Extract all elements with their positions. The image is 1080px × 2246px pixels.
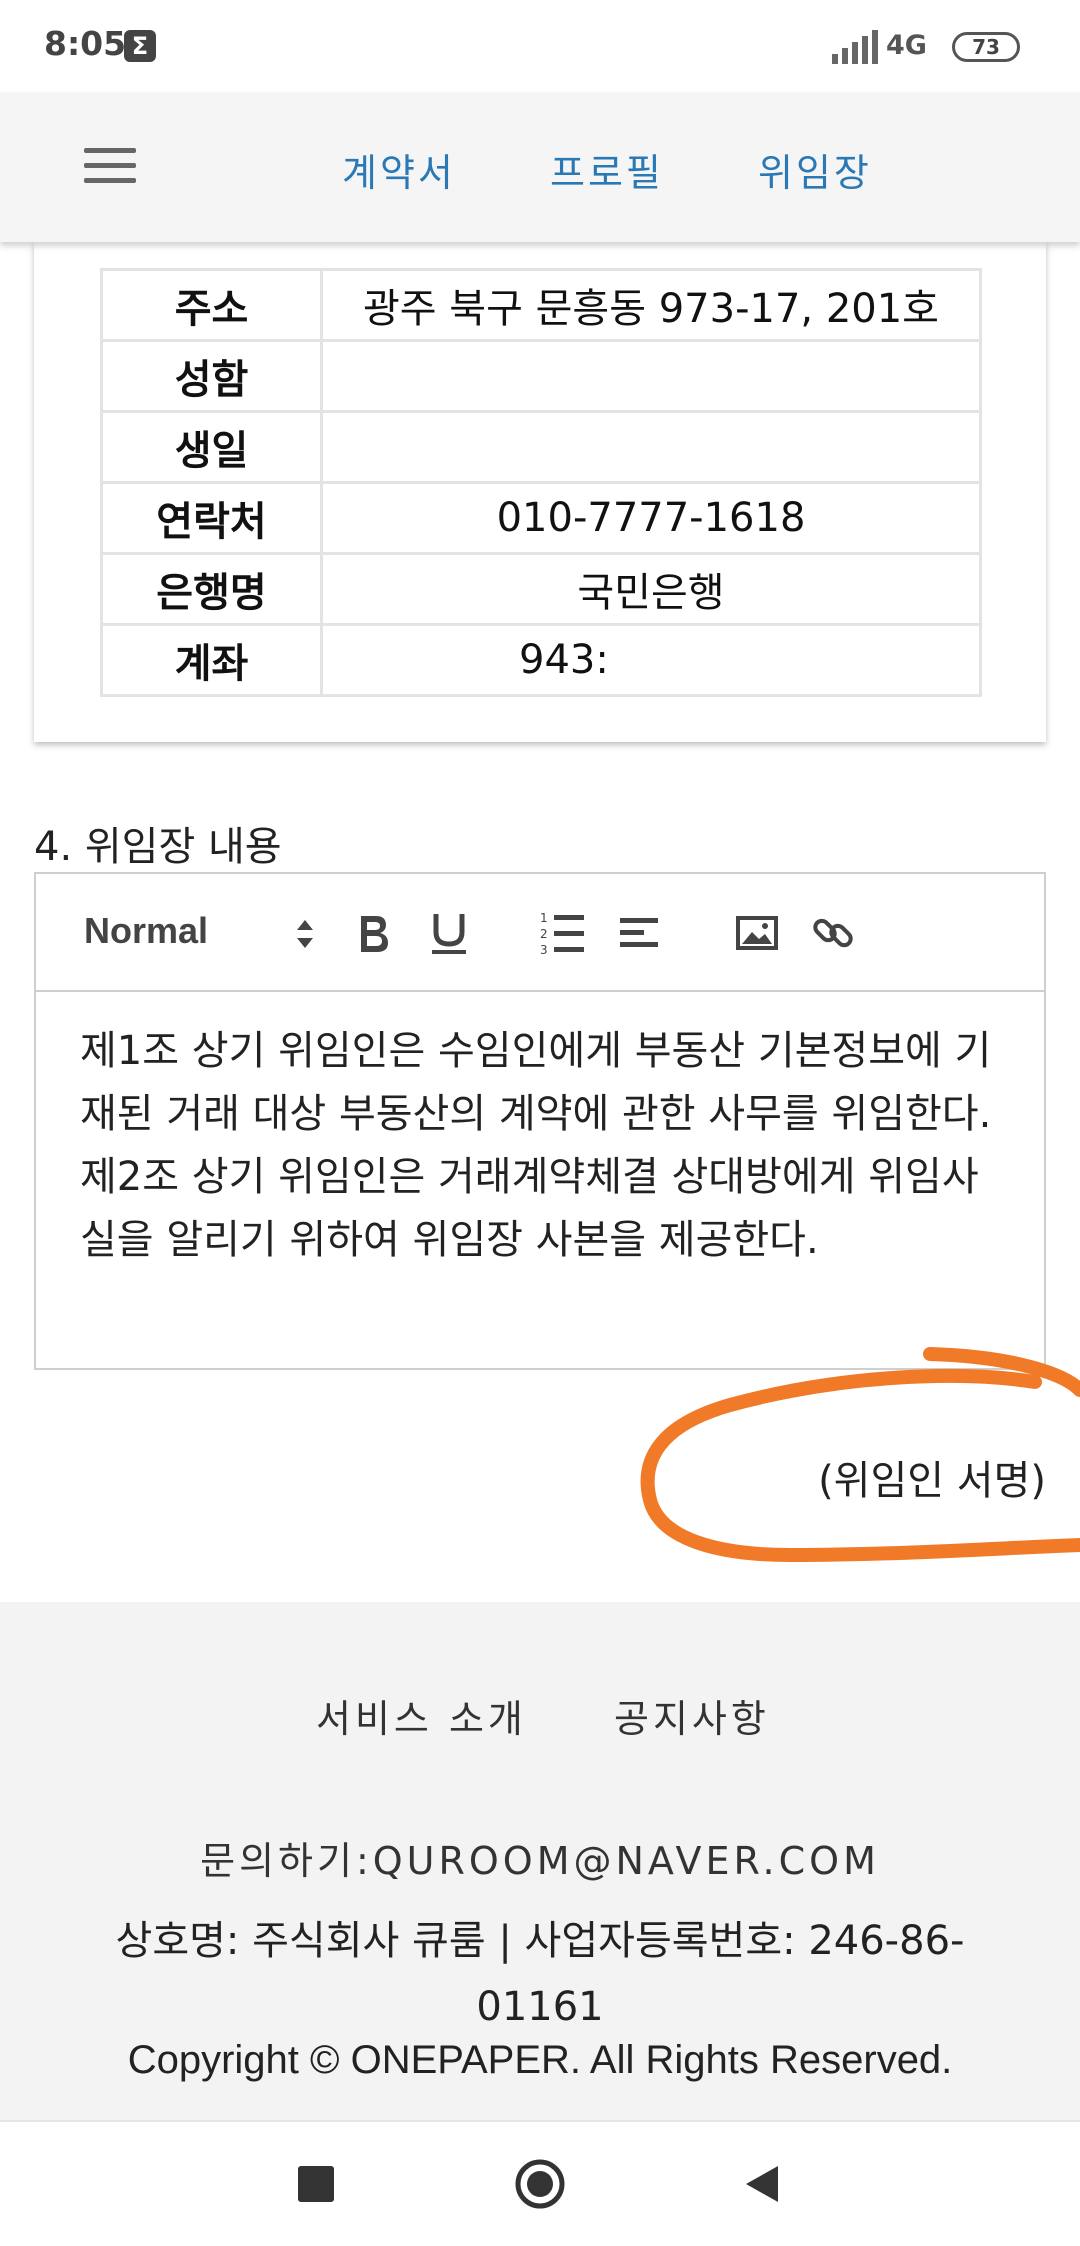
- company-line-2: 01161: [476, 1984, 604, 2030]
- table-row: 계좌 943:: [100, 623, 982, 697]
- account-label: 계좌: [100, 623, 323, 697]
- signature-label[interactable]: (위임인 서명): [818, 1448, 1046, 1506]
- footer-link-service[interactable]: 서비스 소개: [316, 1688, 527, 1743]
- birthday-label: 생일: [100, 410, 323, 484]
- account-value: 943:: [320, 623, 982, 697]
- rich-text-editor[interactable]: Normal 1 2 3 제1조 상기 위임인은 수임인에게 부동산 기본정보에…: [34, 872, 1046, 1370]
- underline-icon[interactable]: [424, 908, 474, 958]
- bank-value: 국민은행: [320, 552, 982, 626]
- tab-contract[interactable]: 계약서: [342, 142, 456, 197]
- footer-company-info: 상호명: 주식회사 큐룸 | 사업자등록번호: 246-86- 01161: [80, 1908, 1000, 2040]
- battery-icon: 73: [952, 32, 1020, 62]
- info-card: 주소 광주 북구 문흥동 973-17, 201호 성함 생일 연락처 010-…: [34, 242, 1046, 742]
- name-value: [320, 339, 982, 413]
- system-nav-bar: [0, 2120, 1080, 2246]
- format-select[interactable]: Normal: [84, 910, 314, 958]
- section-title: 4. 위임장 내용: [34, 824, 282, 870]
- signal-icon: [832, 30, 878, 64]
- footer-link-notice[interactable]: 공지사항: [614, 1688, 770, 1743]
- article-2: 제2조 상기 위임인은 거래계약체결 상대방에게 위임사실을 알리기 위하여 위…: [80, 1154, 979, 1263]
- svg-text:1: 1: [540, 911, 548, 925]
- image-icon[interactable]: [732, 908, 782, 958]
- format-select-value: Normal: [84, 910, 209, 951]
- address-label: 주소: [100, 268, 323, 342]
- tab-power-of-attorney[interactable]: 위임장: [758, 142, 872, 197]
- birthday-value: [320, 410, 982, 484]
- svg-text:2: 2: [540, 927, 548, 941]
- article-1: 제1조 상기 위임인은 수임인에게 부동산 기본정보에 기재된 거래 대상 부동…: [80, 1028, 992, 1137]
- ordered-list-icon[interactable]: 1 2 3: [538, 908, 588, 958]
- home-icon[interactable]: [514, 2158, 566, 2210]
- back-icon[interactable]: [742, 2162, 782, 2206]
- table-row: 주소 광주 북구 문흥동 973-17, 201호: [100, 268, 982, 342]
- table-row: 성함: [100, 339, 982, 413]
- editor-toolbar: Normal 1 2 3: [36, 874, 1044, 992]
- status-time: 8:05: [44, 24, 127, 63]
- bank-label: 은행명: [100, 552, 323, 626]
- app-header: 계약서 프로필 위임장: [0, 92, 1080, 242]
- phone-label: 연락처: [100, 481, 323, 555]
- table-row: 은행명 국민은행: [100, 552, 982, 626]
- info-table: 주소 광주 북구 문흥동 973-17, 201호 성함 생일 연락처 010-…: [100, 268, 982, 697]
- table-row: 생일: [100, 410, 982, 484]
- editor-content[interactable]: 제1조 상기 위임인은 수임인에게 부동산 기본정보에 기재된 거래 대상 부동…: [80, 1020, 1010, 1272]
- address-value: 광주 북구 문흥동 973-17, 201호: [320, 268, 982, 342]
- tab-profile[interactable]: 프로필: [550, 142, 664, 197]
- table-row: 연락처 010-7777-1618: [100, 481, 982, 555]
- footer-contact[interactable]: 문의하기:QUROOM@NAVER.COM: [0, 1830, 1080, 1885]
- phone-value: 010-7777-1618: [320, 481, 982, 555]
- footer: 서비스 소개 공지사항 문의하기:QUROOM@NAVER.COM 상호명: 주…: [0, 1602, 1080, 2120]
- status-bar: 8:05 Σ 4G 73: [0, 0, 1080, 92]
- name-label: 성함: [100, 339, 323, 413]
- link-icon[interactable]: [808, 908, 858, 958]
- align-left-icon[interactable]: [614, 908, 664, 958]
- footer-copyright: Copyright © ONEPAPER. All Rights Reserve…: [127, 2038, 953, 2082]
- bold-icon[interactable]: [348, 908, 398, 958]
- recents-icon[interactable]: [298, 2166, 334, 2202]
- sigma-icon: Σ: [124, 30, 156, 62]
- company-line-1: 상호명: 주식회사 큐룸 | 사업자등록번호: 246-86-: [115, 1918, 965, 1964]
- svg-text:3: 3: [540, 943, 548, 957]
- select-arrows-icon: [297, 920, 313, 948]
- network-type: 4G: [886, 30, 927, 61]
- hamburger-icon[interactable]: [84, 148, 136, 184]
